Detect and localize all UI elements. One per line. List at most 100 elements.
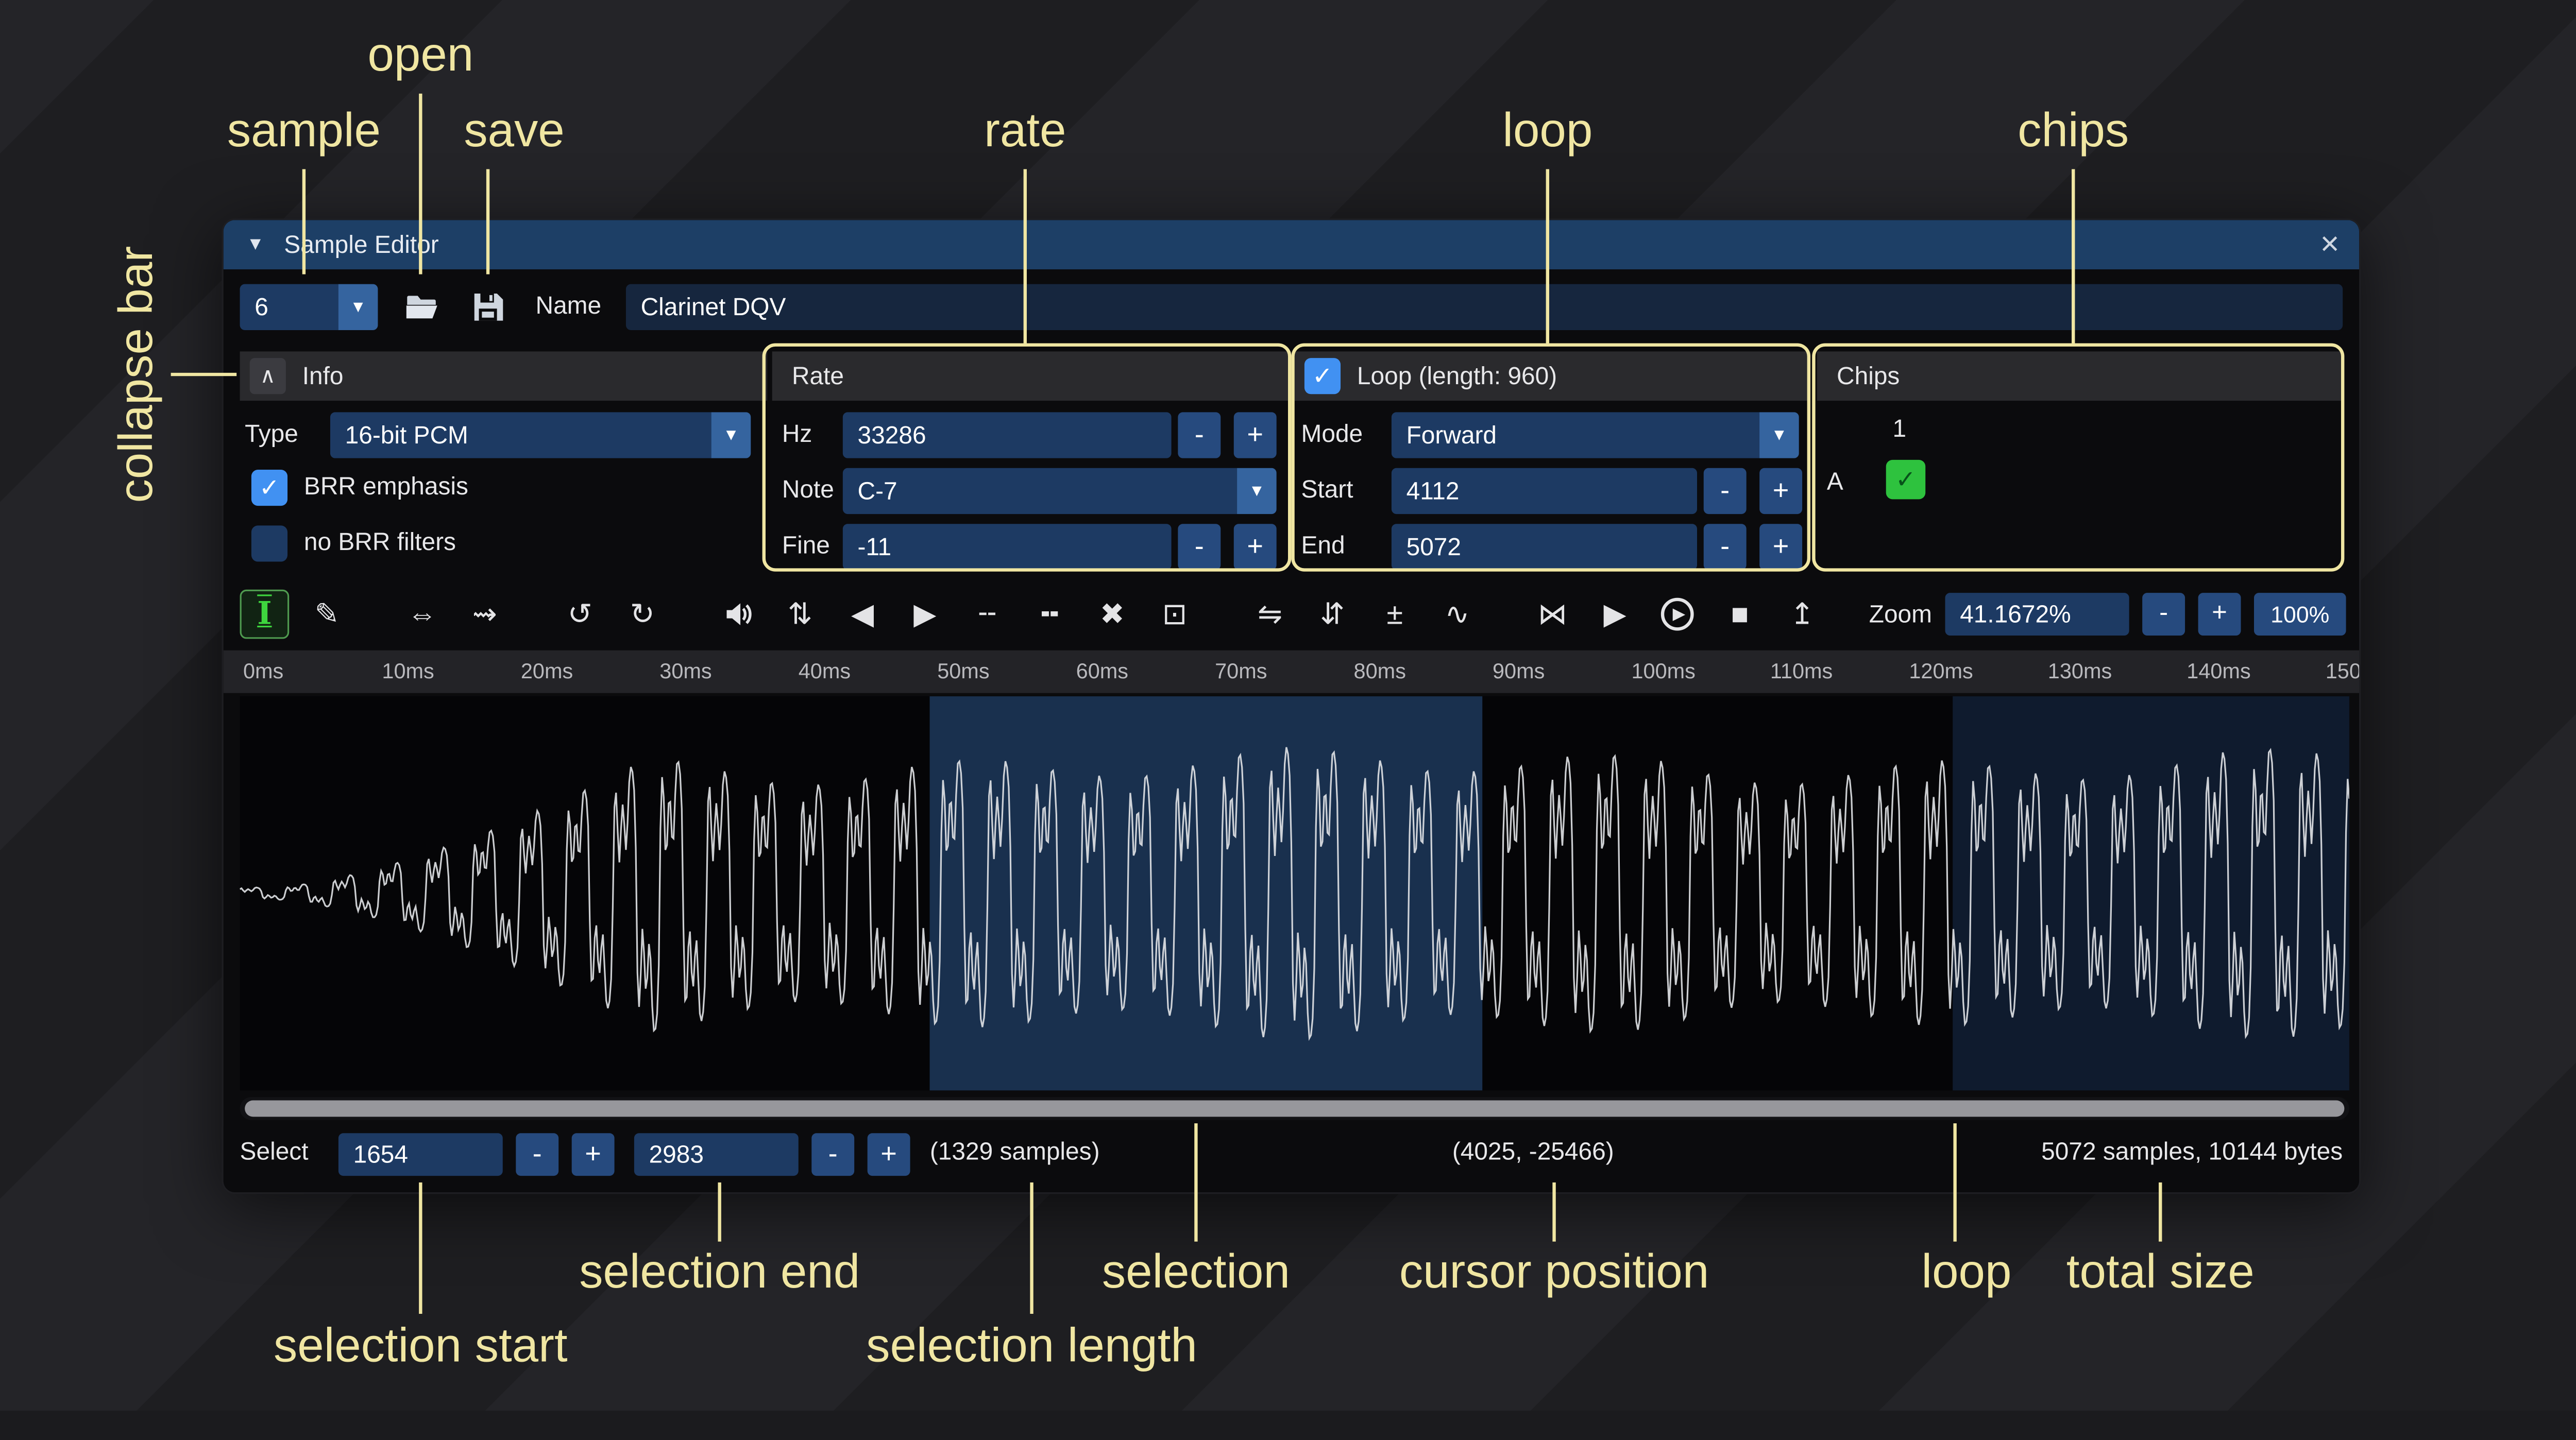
fine-increment-button[interactable]: + <box>1234 524 1277 570</box>
ruler-label: 60ms <box>1076 659 1128 683</box>
speaker-icon <box>721 598 754 631</box>
stop-button[interactable]: ■ <box>1715 590 1765 639</box>
window-title: Sample Editor <box>284 231 438 259</box>
title-bar[interactable]: ▼ Sample Editor × <box>224 220 2359 269</box>
amplify-button[interactable] <box>713 590 762 639</box>
insert-silence-button[interactable]: ╌ <box>963 590 1012 639</box>
loop-end-increment-button[interactable]: + <box>1759 524 1802 570</box>
chip-enable-checkbox[interactable]: ✓ <box>1886 460 1926 500</box>
apply-silence-button[interactable]: ╍ <box>1025 590 1075 639</box>
close-icon[interactable]: × <box>2320 226 2340 263</box>
crossfade-button[interactable]: ⋈ <box>1528 590 1578 639</box>
loop-start-increment-button[interactable]: + <box>1759 468 1802 514</box>
no-brr-filters-label: no BRR filters <box>304 521 456 567</box>
zoom-reset-button[interactable]: 100% <box>2254 593 2346 636</box>
save-button[interactable] <box>463 284 513 330</box>
delete-button[interactable]: ✖ <box>1088 590 1137 639</box>
sign-button[interactable]: ± <box>1370 590 1419 639</box>
zoom-out-button[interactable]: - <box>2142 593 2185 636</box>
selection-end-input[interactable]: 2983 <box>634 1133 799 1176</box>
sample-select-dropdown[interactable]: 6 ▼ <box>240 284 378 330</box>
name-input[interactable]: Clarinet DQV <box>626 284 2343 330</box>
note-dropdown[interactable]: C-7 ▼ <box>843 468 1277 514</box>
waveform-display[interactable] <box>240 696 2349 1090</box>
chevron-down-icon[interactable]: ▼ <box>338 284 378 330</box>
loop-end-decrement-button[interactable]: - <box>1704 524 1747 570</box>
zoom-input[interactable]: 41.1672% <box>1945 593 2129 636</box>
play-cursor-button[interactable]: ▶ <box>1653 590 1702 639</box>
loop-enable-checkbox[interactable]: ✓ <box>1304 358 1341 394</box>
resample-button[interactable]: ⇝ <box>460 590 510 639</box>
pencil-icon: ✎ <box>315 597 340 631</box>
fade-in-button[interactable]: ◀ <box>838 590 887 639</box>
note-label: Note <box>782 468 834 514</box>
filter-button[interactable]: ∿ <box>1433 590 1482 639</box>
timeline-ruler[interactable]: 0ms 10ms 20ms 30ms 40ms 50ms 60ms 70ms 8… <box>224 650 2359 693</box>
loop-end-input[interactable]: 5072 <box>1392 524 1697 570</box>
normalize-button[interactable]: ⇅ <box>775 590 825 639</box>
chip-row-label: A <box>1827 460 1843 506</box>
cursor-position-text: (4025, -25466) <box>1452 1138 1614 1166</box>
ruler-label: 70ms <box>1215 659 1267 683</box>
hz-decrement-button[interactable]: - <box>1178 412 1221 458</box>
chip-column-label: 1 <box>1892 407 1906 453</box>
fade-out-button[interactable]: ▶ <box>900 590 950 639</box>
draw-button[interactable]: ✎ <box>302 590 352 639</box>
mode-label: Mode <box>1301 412 1363 458</box>
waveform-scrollbar[interactable] <box>240 1097 2349 1120</box>
annotation-chips: chips <box>2018 105 2129 159</box>
invert-icon: ⇵ <box>1320 597 1345 631</box>
fine-decrement-button[interactable]: - <box>1178 524 1221 570</box>
invert-button[interactable]: ⇵ <box>1308 590 1357 639</box>
reverse-button[interactable]: ⇋ <box>1245 590 1295 639</box>
loop-end-value: 5072 <box>1406 533 1461 561</box>
edit-mode-button[interactable]: I <box>240 590 290 639</box>
ruler-label: 80ms <box>1354 659 1406 683</box>
window-collapse-icon[interactable]: ▼ <box>246 235 264 254</box>
hz-increment-button[interactable]: + <box>1234 412 1277 458</box>
selection-end-value: 2983 <box>649 1141 704 1169</box>
type-label: Type <box>245 412 298 458</box>
open-button[interactable] <box>398 284 447 330</box>
upload-icon: ↥ <box>1790 597 1815 631</box>
hz-input[interactable]: 33286 <box>843 412 1172 458</box>
waveform-svg <box>240 696 2349 1090</box>
ruler-label: 100ms <box>1631 659 1695 683</box>
undo-button[interactable]: ↺ <box>555 590 605 639</box>
resize-button[interactable]: ⇔ <box>398 590 447 639</box>
selection-start-input[interactable]: 1654 <box>338 1133 503 1176</box>
loop-start-input[interactable]: 4112 <box>1392 468 1697 514</box>
sample-editor-window: ▼ Sample Editor × 6 ▼ <box>222 218 2361 1194</box>
redo-button[interactable]: ↻ <box>618 590 667 639</box>
preview-button[interactable]: ▶ <box>1590 590 1640 639</box>
scrollbar-thumb[interactable] <box>245 1100 2344 1117</box>
chevron-down-icon[interactable]: ▼ <box>1237 468 1277 514</box>
loop-start-value: 4112 <box>1406 477 1460 505</box>
sample-type-dropdown[interactable]: 16-bit PCM ▼ <box>330 412 751 458</box>
selection-start-decrement-button[interactable]: - <box>516 1133 558 1176</box>
chevron-down-icon[interactable]: ▼ <box>711 412 751 458</box>
no-brr-filters-checkbox[interactable] <box>251 525 287 561</box>
ruler-label: 150 <box>2326 659 2361 683</box>
import-button[interactable]: ↥ <box>1777 590 1827 639</box>
fine-label: Fine <box>782 524 830 570</box>
loop-mode-dropdown[interactable]: Forward ▼ <box>1392 412 1799 458</box>
fine-input[interactable]: -11 <box>843 524 1172 570</box>
insert-silence-icon: ╌ <box>978 597 996 631</box>
ruler-label: 130ms <box>2048 659 2112 683</box>
undo-icon: ↺ <box>568 597 592 631</box>
brr-emphasis-checkbox[interactable]: ✓ <box>251 470 287 506</box>
sample-type-value: 16-bit PCM <box>330 421 711 449</box>
selection-end-increment-button[interactable]: + <box>868 1133 910 1176</box>
selection-start-increment-button[interactable]: + <box>572 1133 615 1176</box>
loop-start-decrement-button[interactable]: - <box>1704 468 1747 514</box>
trim-button[interactable]: ⊡ <box>1150 590 1199 639</box>
chevron-down-icon[interactable]: ▼ <box>1759 412 1799 458</box>
desktop-background: ▼ Sample Editor × 6 ▼ <box>0 0 2576 1411</box>
selection-end-decrement-button[interactable]: - <box>811 1133 854 1176</box>
collapse-bar-button[interactable]: ∧ <box>250 358 286 394</box>
play-circle-icon: ▶ <box>1661 598 1694 631</box>
hz-label: Hz <box>782 412 812 458</box>
zoom-in-button[interactable]: + <box>2198 593 2241 636</box>
loop-panel-header: ✓ Loop (length: 960) <box>1295 351 1810 401</box>
